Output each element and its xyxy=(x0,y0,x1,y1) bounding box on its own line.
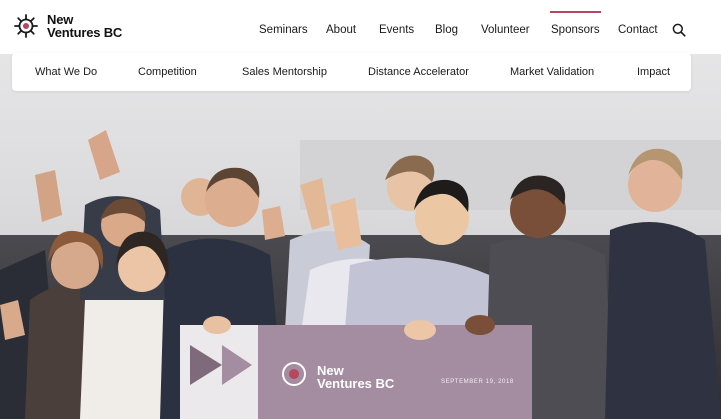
search-icon xyxy=(672,23,686,37)
nav-blog[interactable]: Blog xyxy=(435,24,458,36)
subnav-what-we-do[interactable]: What We Do xyxy=(35,66,97,78)
check-brand-line2: Ventures BC xyxy=(317,376,395,391)
check-date: SEPTEMBER 19, 2018 xyxy=(441,379,514,385)
nav-volunteer[interactable]: Volunteer xyxy=(481,24,530,36)
search-button[interactable] xyxy=(672,23,686,37)
nav-sponsors[interactable]: Sponsors xyxy=(550,11,601,36)
nav-contact[interactable]: Contact xyxy=(618,24,658,36)
site-header: New Ventures BC Seminars About Events Bl… xyxy=(0,0,721,54)
subnav-sales-mentorship[interactable]: Sales Mentorship xyxy=(242,66,327,78)
nav-events[interactable]: Events xyxy=(379,24,414,36)
subnav-competition[interactable]: Competition xyxy=(138,66,197,78)
sub-nav: What We Do Competition Sales Mentorship … xyxy=(12,53,691,91)
subnav-impact[interactable]: Impact xyxy=(637,66,670,78)
check-brand-text: New Ventures BC xyxy=(317,364,394,390)
subnav-distance-accelerator[interactable]: Distance Accelerator xyxy=(368,66,469,78)
subnav-market-validation[interactable]: Market Validation xyxy=(510,66,594,78)
main-nav: Seminars About Events Blog Volunteer Spo… xyxy=(0,11,721,40)
nav-seminars[interactable]: Seminars xyxy=(259,24,308,36)
nav-about[interactable]: About xyxy=(326,24,356,36)
